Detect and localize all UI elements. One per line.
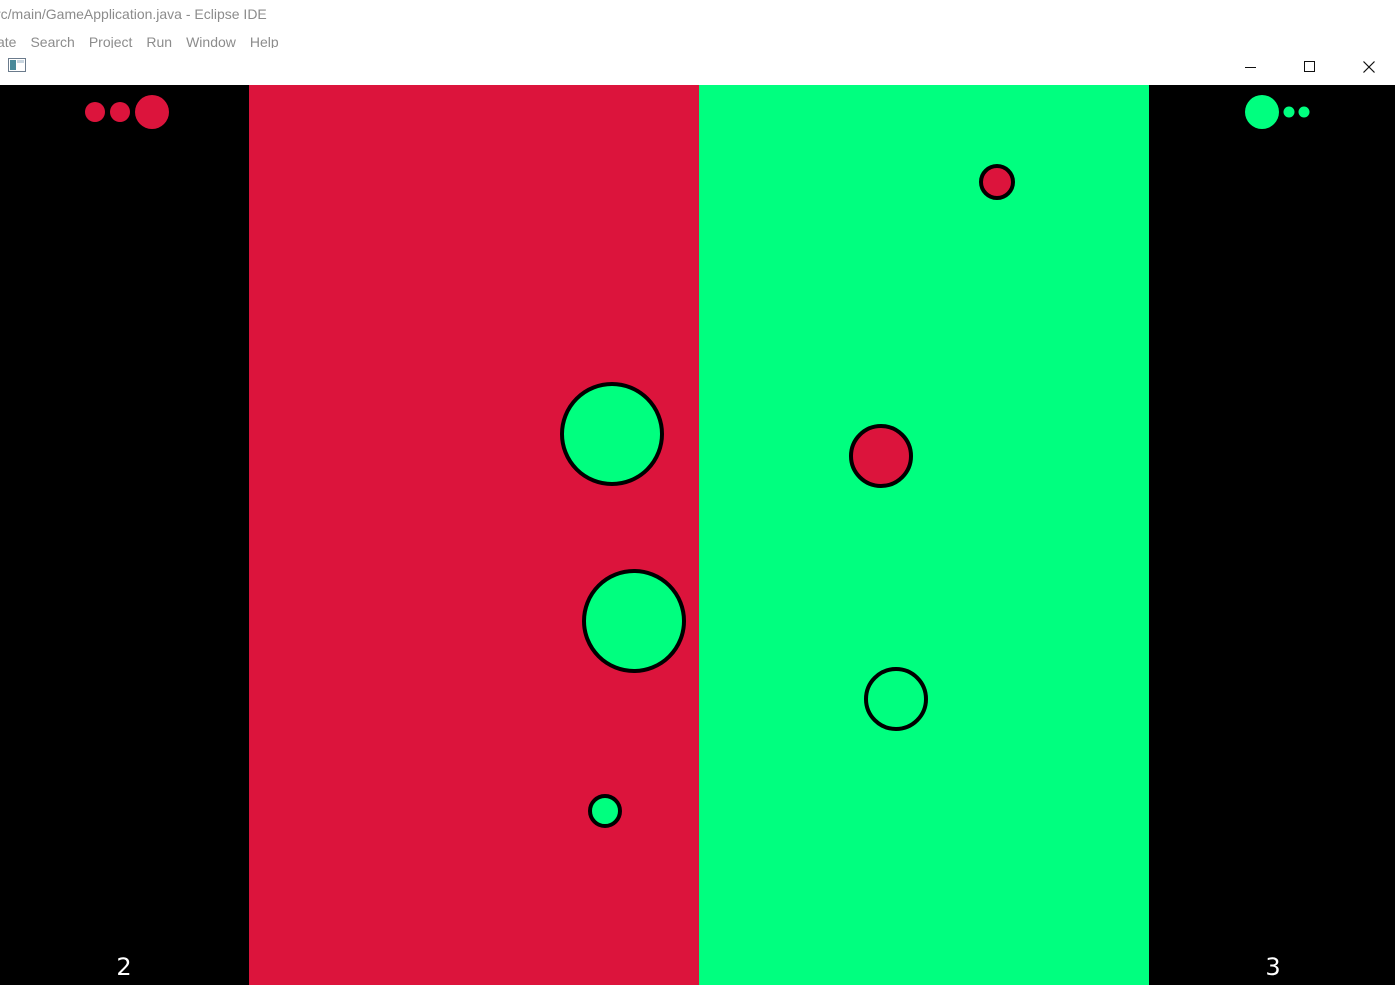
menu-item-project[interactable]: Project — [89, 32, 133, 48]
menu-item-run[interactable]: Run — [146, 32, 172, 48]
close-icon — [1363, 60, 1375, 73]
right-player-score: 3 — [1265, 953, 1281, 981]
left-player-score: 2 — [116, 953, 132, 981]
eclipse-ide-window: rc/main/GameApplication.java - Eclipse I… — [0, 0, 1395, 49]
game-window: 2 3 — [0, 48, 1395, 987]
game-objects-layer — [85, 95, 1310, 828]
right-life-dot — [1298, 106, 1310, 118]
right-life-dot-active — [1245, 95, 1279, 129]
menu-item-help[interactable]: Help — [250, 32, 279, 48]
java-app-icon — [8, 58, 26, 72]
left-life-dot — [110, 102, 130, 122]
close-button[interactable] — [1340, 48, 1395, 85]
maximize-button[interactable] — [1281, 48, 1339, 85]
menu-item-navigate[interactable]: ate — [0, 32, 16, 48]
maximize-icon — [1304, 60, 1315, 72]
eclipse-title: rc/main/GameApplication.java - Eclipse I… — [0, 6, 267, 22]
game-canvas[interactable]: 2 3 — [0, 85, 1395, 985]
minimize-icon — [1245, 66, 1256, 68]
ball[interactable] — [849, 424, 913, 488]
ball[interactable] — [588, 794, 622, 828]
window-titlebar[interactable] — [0, 48, 1395, 85]
ball[interactable] — [582, 569, 686, 673]
eclipse-menubar: ate Search Project Run Window Help — [0, 32, 279, 48]
ball[interactable] — [560, 382, 664, 486]
menu-item-window[interactable]: Window — [186, 32, 236, 48]
left-life-dot-active — [135, 95, 169, 129]
left-life-dot — [85, 102, 105, 122]
ball[interactable] — [979, 164, 1015, 200]
right-life-dot — [1283, 106, 1295, 118]
ball[interactable] — [864, 667, 928, 731]
minimize-button[interactable] — [1222, 48, 1280, 85]
menu-item-search[interactable]: Search — [30, 32, 74, 48]
